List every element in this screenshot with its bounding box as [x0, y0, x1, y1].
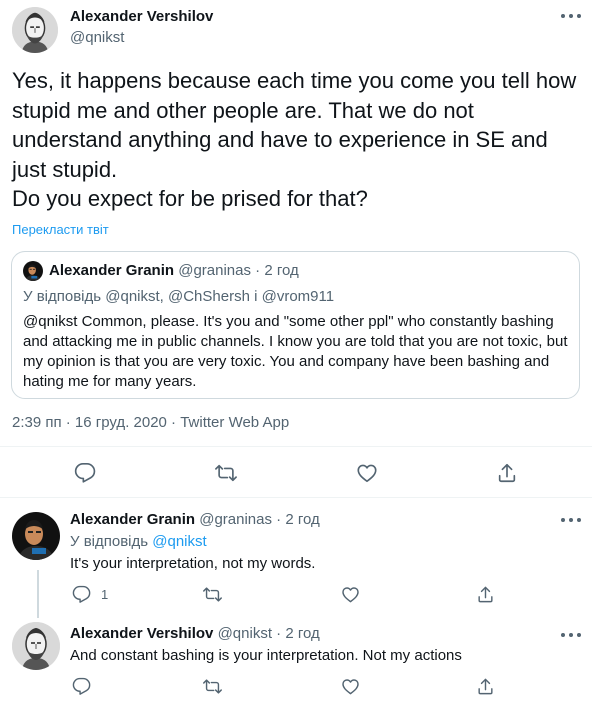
reply-icon — [72, 585, 91, 603]
like-icon — [342, 587, 359, 603]
retweet-icon — [215, 464, 237, 482]
avatar[interactable] — [12, 622, 60, 670]
reply-to-prefix: У відповідь — [70, 533, 149, 550]
share-icon — [498, 463, 516, 483]
translate-link[interactable]: Перекласти твіт — [12, 222, 109, 237]
quoted-reply-to: У відповідь @qnikst, @ChShersh і @vrom91… — [23, 288, 335, 305]
quoted-author-name: Alexander Granin — [49, 262, 175, 279]
retweet-button[interactable] — [215, 462, 237, 484]
like-button[interactable] — [341, 677, 360, 696]
reply-to-mention[interactable]: @qnikst — [152, 533, 206, 550]
reply-icon — [72, 677, 91, 695]
reply-count: 1 — [101, 587, 109, 602]
share-button[interactable] — [476, 585, 495, 604]
more-icon[interactable] — [561, 629, 581, 641]
quoted-author: Alexander Granin @graninas · 2 год — [49, 262, 299, 279]
divider — [0, 497, 592, 498]
reply-author-name[interactable]: Alexander Granin — [70, 511, 195, 528]
reply-text: And constant bashing is your interpretat… — [70, 647, 462, 664]
share-icon — [478, 586, 493, 603]
reply-text: It's your interpretation, not my words. — [70, 555, 316, 572]
quoted-time: · 2 год — [255, 262, 299, 279]
tweet-text-line: Do you expect for be prised for that? — [12, 186, 368, 211]
like-button[interactable] — [356, 462, 378, 484]
reply-time[interactable]: · 2 год — [276, 511, 320, 528]
tweet-text-line: Yes, it happens because each time you co… — [12, 68, 577, 182]
reply-button[interactable]: 1 — [72, 585, 108, 604]
avatar[interactable] — [12, 7, 58, 53]
quoted-tweet[interactable]: Alexander Granin @graninas · 2 год У від… — [11, 251, 580, 399]
quoted-avatar — [23, 261, 43, 281]
quoted-text: @qnikst Common, please. It's you and "so… — [23, 313, 568, 390]
like-icon — [342, 679, 359, 695]
author-name[interactable]: Alexander Vershilov — [70, 8, 213, 25]
divider — [0, 446, 592, 447]
reply-author-handle[interactable]: @qnikst — [218, 625, 272, 642]
reply-time[interactable]: · 2 год — [276, 625, 320, 642]
tweet-text: Yes, it happens because each time you co… — [12, 66, 582, 214]
reply-button[interactable] — [72, 677, 91, 696]
more-icon[interactable] — [561, 514, 581, 526]
author-handle[interactable]: @qnikst — [70, 29, 124, 46]
avatar[interactable] — [12, 512, 60, 560]
thread-line — [37, 570, 39, 618]
reply-icon — [74, 463, 96, 483]
like-button[interactable] — [341, 585, 360, 604]
quoted-author-handle: @graninas — [178, 262, 251, 279]
reply-author-name[interactable]: Alexander Vershilov — [70, 625, 213, 642]
retweet-button[interactable] — [203, 677, 222, 696]
retweet-icon — [203, 587, 222, 602]
share-icon — [478, 678, 493, 695]
reply-author: Alexander Granin @graninas · 2 год — [70, 511, 320, 528]
reply-author-handle[interactable]: @graninas — [199, 511, 272, 528]
like-icon — [357, 464, 377, 483]
share-button[interactable] — [476, 677, 495, 696]
reply-to: У відповідь @qnikst — [70, 533, 207, 550]
reply-button[interactable] — [74, 462, 96, 484]
more-icon[interactable] — [561, 10, 581, 22]
retweet-button[interactable] — [203, 585, 222, 604]
reply-author: Alexander Vershilov @qnikst · 2 год — [70, 625, 320, 642]
share-button[interactable] — [496, 462, 518, 484]
retweet-icon — [203, 679, 222, 694]
tweet-timestamp[interactable]: 2:39 пп · 16 груд. 2020 · Twitter Web Ap… — [12, 414, 289, 431]
